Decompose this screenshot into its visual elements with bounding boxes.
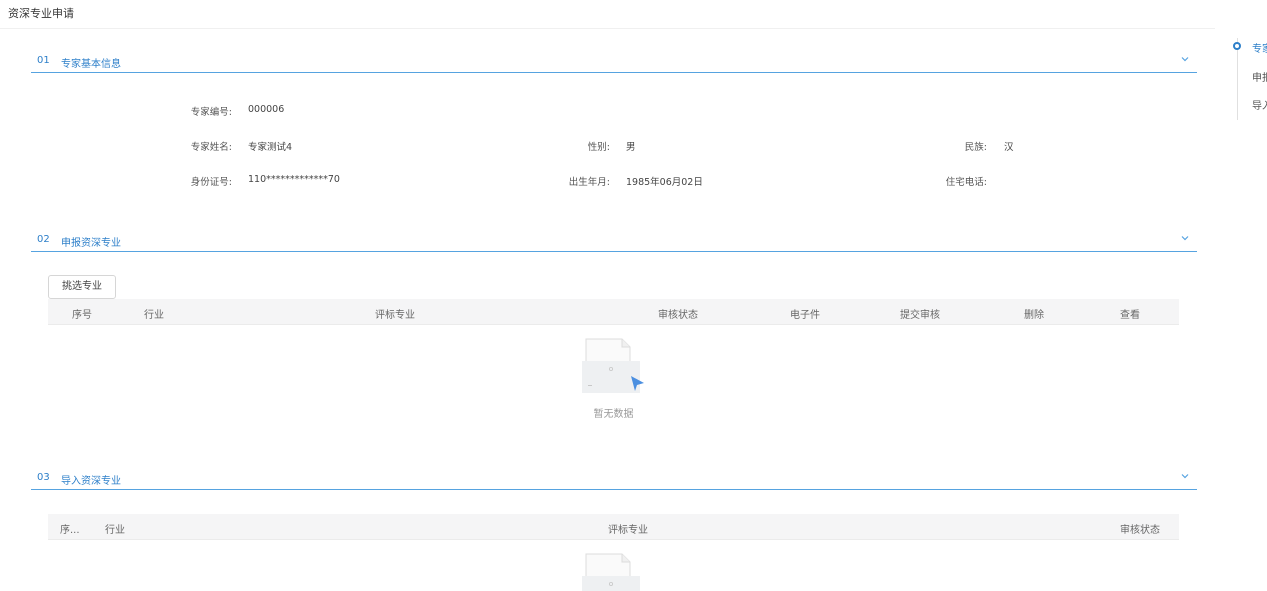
select-major-button[interactable]: 挑选专业 <box>48 275 116 299</box>
expert-name-value: 专家测试4 <box>248 142 293 153</box>
column-header[interactable]: 审核状态 <box>1120 521 1160 536</box>
import-table-header: 序... 行业 评标专业 审核状态 <box>48 514 1179 540</box>
anchor-item-declare[interactable]: 申报 <box>1252 69 1267 84</box>
column-header[interactable]: 行业 <box>105 521 125 536</box>
column-header[interactable]: 序号 <box>72 306 92 321</box>
column-header[interactable]: 序... <box>60 521 80 536</box>
section-title: 申报资深专业 <box>61 238 121 249</box>
section-title: 专家基本信息 <box>61 59 121 70</box>
expert-name-label: 专家姓名: <box>190 142 232 153</box>
section-number: 02 <box>37 234 50 245</box>
column-header[interactable]: 电子件 <box>790 306 820 321</box>
gender-label: 性别: <box>587 142 610 153</box>
expert-no-label: 专家编号: <box>190 107 232 118</box>
home-phone-label: 住宅电话: <box>945 177 987 188</box>
anchor-item-import[interactable]: 导入 <box>1252 97 1267 112</box>
column-header[interactable]: 行业 <box>144 306 164 321</box>
section-number: 01 <box>37 55 50 66</box>
declare-table-header: 序号 行业 评标专业 审核状态 电子件 提交审核 删除 查看 <box>48 299 1179 325</box>
section-03-header[interactable]: 03 导入资深专业 <box>31 470 1197 490</box>
section-02-header[interactable]: 02 申报资深专业 <box>31 232 1197 252</box>
section-01-header[interactable]: 01 专家基本信息 <box>31 53 1197 73</box>
page-title: 资深专业申请 <box>8 7 74 20</box>
section-title: 导入资深专业 <box>61 476 121 487</box>
column-header[interactable]: 审核状态 <box>658 306 698 321</box>
title-divider <box>0 28 1215 29</box>
chevron-down-icon[interactable] <box>1179 470 1191 482</box>
anchor-nav: 专家 申报 导入 <box>1233 38 1267 120</box>
column-header[interactable]: 评标专业 <box>375 306 415 321</box>
gender-value: 男 <box>626 142 636 153</box>
column-header[interactable]: 评标专业 <box>608 521 648 536</box>
empty-data-icon <box>582 553 640 591</box>
birth-value: 1985年06月02日 <box>626 177 703 188</box>
ethnicity-value: 汉 <box>1004 142 1014 153</box>
chevron-down-icon[interactable] <box>1179 232 1191 244</box>
expert-no-value: 000006 <box>248 104 285 115</box>
section-number: 03 <box>37 472 50 483</box>
id-no-label: 身份证号: <box>190 177 232 188</box>
column-header[interactable]: 提交审核 <box>900 306 940 321</box>
anchor-item-basic-info[interactable]: 专家 <box>1252 40 1267 55</box>
id-no-value: 110*************70 <box>248 174 340 185</box>
anchor-active-dot-icon <box>1233 42 1241 50</box>
column-header[interactable]: 查看 <box>1120 306 1140 321</box>
birth-label: 出生年月: <box>568 177 610 188</box>
empty-data-icon <box>582 338 644 393</box>
column-header[interactable]: 删除 <box>1024 306 1044 321</box>
chevron-down-icon[interactable] <box>1179 53 1191 65</box>
empty-data-text: 暂无数据 <box>593 409 634 420</box>
ethnicity-label: 民族: <box>964 142 987 153</box>
